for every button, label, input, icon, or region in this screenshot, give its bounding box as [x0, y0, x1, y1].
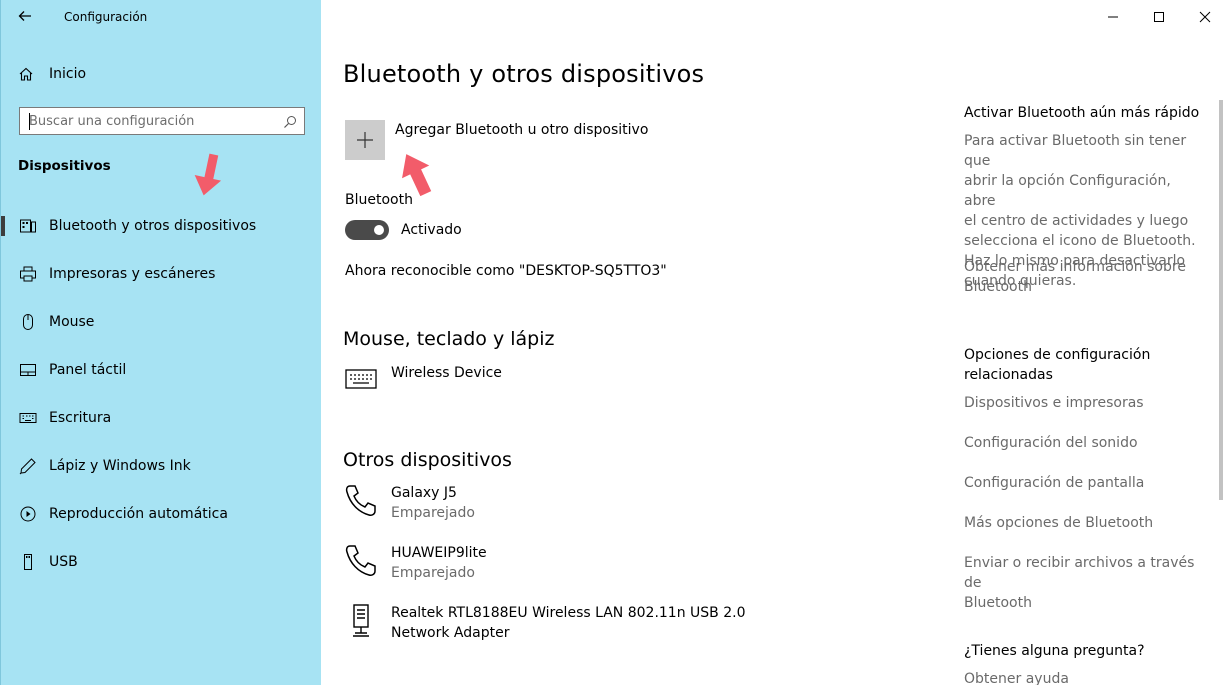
device-item[interactable]: Realtek RTL8188EU Wireless LAN 802.11n U… [343, 603, 745, 643]
related-settings-title: Opciones de configuración relacionadas [964, 345, 1204, 385]
sidebar-item-label: Escritura [49, 410, 112, 426]
touchpad-icon [19, 361, 37, 379]
sidebar-item-label: Inicio [49, 66, 87, 82]
sidebar-item-mouse[interactable]: Mouse [1, 298, 322, 346]
toggle-knob [374, 225, 384, 235]
bluetooth-devices-icon [19, 217, 37, 235]
sidebar: Configuración Inicio Dispositivos Blueto… [0, 0, 321, 685]
device-status: Emparejado [391, 565, 475, 581]
sidebar-item-label: Panel táctil [49, 362, 127, 378]
device-item[interactable]: HUAWEIP9lite Emparejado [343, 543, 487, 583]
mouse-section-title: Mouse, teclado y lápiz [343, 328, 555, 350]
device-item[interactable]: Wireless Device [343, 363, 502, 399]
text-line: Para activar Bluetooth sin tener que [964, 133, 1187, 169]
minimize-button[interactable] [1090, 2, 1136, 32]
maximize-button[interactable] [1136, 2, 1182, 32]
help-link[interactable]: Obtener ayuda [964, 669, 1204, 685]
other-devices-title: Otros dispositivos [343, 449, 512, 471]
sidebar-item-printers[interactable]: Impresoras y escáneres [1, 250, 322, 298]
sidebar-item-home[interactable]: Inicio [18, 64, 86, 84]
sidebar-item-label: USB [49, 554, 78, 570]
back-arrow-icon[interactable] [17, 8, 37, 28]
sidebar-item-typing[interactable]: Escritura [1, 394, 322, 442]
bluetooth-toggle[interactable] [345, 220, 389, 240]
text-line: relacionadas [964, 367, 1053, 383]
text-line: el centro de actividades y luego [964, 213, 1189, 229]
scrollbar[interactable] [1219, 100, 1223, 500]
link-more-bluetooth[interactable]: Más opciones de Bluetooth [964, 513, 1204, 533]
phone-icon [343, 543, 379, 579]
app-title: Configuración [64, 10, 148, 24]
add-device-button[interactable] [345, 120, 385, 160]
sidebar-item-pen[interactable]: Lápiz y Windows Ink [1, 442, 322, 490]
fast-bluetooth-title: Activar Bluetooth aún más rápido [964, 105, 1200, 121]
toggle-state-label: Activado [401, 222, 462, 238]
link-devices-printers[interactable]: Dispositivos e impresoras [964, 393, 1204, 413]
link-send-files[interactable]: Enviar o recibir archivos a través de Bl… [964, 553, 1204, 613]
text-line: Opciones de configuración [964, 347, 1151, 363]
more-info-link[interactable]: Obtener más información sobre Bluetooth [964, 257, 1204, 297]
search-icon[interactable] [283, 114, 297, 128]
sidebar-item-bluetooth[interactable]: Bluetooth y otros dispositivos [1, 202, 322, 250]
sidebar-item-label: Reproducción automática [49, 506, 228, 522]
device-item[interactable]: Galaxy J5 Emparejado [343, 483, 475, 523]
section-title: Dispositivos [18, 158, 111, 174]
link-sound-settings[interactable]: Configuración del sonido [964, 433, 1204, 453]
mouse-icon [19, 313, 37, 331]
device-status: Emparejado [391, 505, 475, 521]
printer-icon [19, 265, 37, 283]
search-input[interactable] [20, 108, 275, 134]
network-adapter-icon [343, 603, 379, 639]
text-caret [29, 113, 30, 130]
link-line: Bluetooth [964, 279, 1032, 295]
search-box[interactable] [19, 107, 305, 135]
sidebar-item-label: Bluetooth y otros dispositivos [49, 218, 257, 234]
usb-icon [19, 553, 37, 571]
sidebar-item-touchpad[interactable]: Panel táctil [1, 346, 322, 394]
link-line: Obtener más información sobre [964, 259, 1186, 275]
question-title: ¿Tienes alguna pregunta? [964, 643, 1145, 659]
device-name: Wireless Device [391, 365, 502, 381]
autoplay-icon [19, 505, 37, 523]
bluetooth-label: Bluetooth [345, 192, 413, 208]
pen-icon [19, 457, 37, 475]
page-title: Bluetooth y otros dispositivos [343, 60, 705, 88]
annotation-arrow-down [194, 153, 222, 196]
keyboard-icon [343, 363, 379, 399]
link-line: Bluetooth [964, 595, 1032, 611]
sidebar-item-label: Impresoras y escáneres [49, 266, 216, 282]
plus-icon [357, 132, 373, 148]
text-line: selecciona el icono de Bluetooth. [964, 233, 1196, 249]
device-name: Realtek RTL8188EU Wireless LAN 802.11n U… [391, 605, 746, 621]
link-display-settings[interactable]: Configuración de pantalla [964, 473, 1204, 493]
keyboard-icon [19, 409, 37, 427]
add-device-label[interactable]: Agregar Bluetooth u otro dispositivo [395, 122, 648, 138]
close-button[interactable] [1182, 2, 1228, 32]
sidebar-item-usb[interactable]: USB [1, 538, 322, 586]
text-line: abrir la opción Configuración, abre [964, 173, 1171, 209]
discoverable-text: Ahora reconocible como "DESKTOP-SQ5TTO3" [345, 263, 667, 279]
device-status: Network Adapter [391, 625, 510, 641]
sidebar-item-label: Mouse [49, 314, 95, 330]
sidebar-item-label: Lápiz y Windows Ink [49, 458, 191, 474]
device-name: HUAWEIP9lite [391, 545, 487, 561]
sidebar-item-autoplay[interactable]: Reproducción automática [1, 490, 322, 538]
device-name: Galaxy J5 [391, 485, 457, 501]
phone-icon [343, 483, 379, 519]
sidebar-nav: Bluetooth y otros dispositivos Impresora… [1, 202, 322, 586]
home-icon [18, 66, 34, 82]
link-line: Enviar o recibir archivos a través de [964, 555, 1195, 591]
